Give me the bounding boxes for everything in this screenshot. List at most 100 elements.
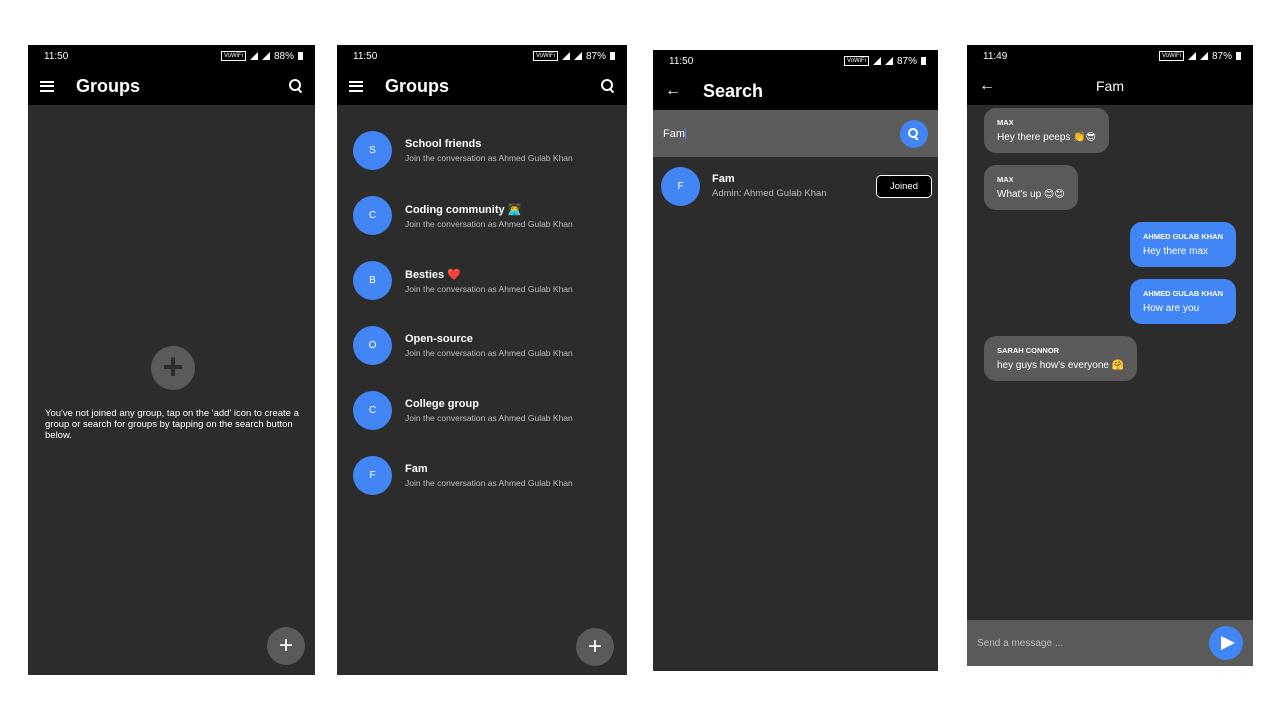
- send-button[interactable]: [1209, 626, 1243, 660]
- group-name: Coding community 👨‍💻: [405, 203, 522, 216]
- status-time: 11:50: [353, 50, 378, 62]
- battery-icon: [610, 52, 615, 60]
- message-input[interactable]: Send a message ...: [977, 638, 1209, 649]
- group-admin: Admin: Ahmed Gulab Khan: [712, 188, 827, 199]
- signal-icon: [249, 52, 258, 60]
- status-icons: VoWiFi 87%: [1158, 50, 1241, 62]
- groups-empty-screen: 11:50 VoWiFi 88% Groups + You've not joi…: [28, 45, 315, 675]
- back-arrow-icon[interactable]: ←: [665, 83, 681, 99]
- vowifi-label: VoWiFi: [1158, 51, 1184, 61]
- signal-icon: [884, 57, 893, 65]
- group-item[interactable]: S School friends Join the conversation a…: [337, 118, 627, 183]
- message-sender: SARAH CONNOR: [997, 346, 1060, 355]
- group-avatar: S: [353, 131, 392, 170]
- joined-button[interactable]: Joined: [876, 174, 932, 198]
- vowifi-label: VoWiFi: [220, 51, 246, 61]
- status-icons: VoWiFi 87%: [532, 50, 615, 62]
- group-avatar: C: [353, 196, 392, 235]
- groups-list-screen: 11:50 VoWiFi 87% Groups S School friends…: [337, 45, 627, 675]
- search-bar: Fam: [653, 110, 938, 157]
- message-bubble: SARAH CONNOR hey guys how's everyone 🤗: [984, 336, 1138, 381]
- message-text: hey guys how's everyone 🤗: [997, 360, 1125, 371]
- add-group-icon[interactable]: +: [151, 346, 195, 390]
- group-subtitle: Join the conversation as Ahmed Gulab Kha…: [405, 283, 573, 294]
- back-arrow-icon[interactable]: ←: [979, 78, 995, 94]
- search-input[interactable]: Fam: [663, 128, 900, 140]
- message-sender: AHMED GULAB KHAN: [1143, 232, 1223, 241]
- message-text: How are you: [1143, 303, 1200, 314]
- app-bar: ← Search: [653, 72, 938, 110]
- chat-title: Fam: [1096, 78, 1124, 94]
- message-text: Hey there max: [1143, 246, 1209, 257]
- app-bar: Groups: [28, 67, 315, 105]
- message-text: Hey there peeps 👏😎: [997, 132, 1097, 143]
- menu-icon[interactable]: [40, 80, 54, 92]
- group-item[interactable]: O Open-source Join the conversation as A…: [337, 313, 627, 378]
- group-name: School friends: [405, 138, 482, 150]
- message-sender: MAX: [997, 118, 1014, 127]
- search-button[interactable]: [900, 119, 928, 148]
- status-bar: 11:50 VoWiFi 87%: [337, 45, 627, 67]
- status-bar: 11:50 VoWiFi 87%: [653, 50, 938, 72]
- message-bubble: MAX What's up 😊😊: [984, 165, 1078, 210]
- status-bar: 11:49 VoWiFi 87%: [967, 45, 1253, 67]
- battery-percent: 87%: [1211, 50, 1232, 62]
- group-item[interactable]: C College group Join the conversation as…: [337, 378, 627, 443]
- search-result-item[interactable]: F Fam Admin: Ahmed Gulab Khan Joined: [653, 166, 938, 206]
- signal-icon: [261, 52, 270, 60]
- battery-percent: 87%: [896, 55, 917, 67]
- signal-icon: [561, 52, 570, 60]
- battery-percent: 87%: [585, 50, 606, 62]
- vowifi-label: VoWiFi: [843, 56, 869, 66]
- search-icon[interactable]: [601, 79, 615, 93]
- message-bubble: AHMED GULAB KHAN Hey there max: [1130, 222, 1236, 267]
- battery-icon: [1236, 52, 1241, 60]
- message-sender: MAX: [997, 175, 1014, 184]
- status-bar: 11:50 VoWiFi 88%: [28, 45, 315, 67]
- chat-screen: 11:49 VoWiFi 87% ← Fam MAX Hey there pee…: [967, 45, 1253, 666]
- add-group-button[interactable]: +: [576, 628, 614, 666]
- status-time: 11:50: [669, 55, 694, 67]
- group-name: Besties ❤️: [405, 268, 461, 281]
- signal-icon: [872, 57, 881, 65]
- group-name: Fam: [405, 463, 428, 475]
- status-time: 11:49: [983, 50, 1008, 62]
- group-name: Open-source: [405, 333, 473, 345]
- group-name: College group: [405, 398, 479, 410]
- app-bar: ← Fam: [967, 67, 1253, 105]
- group-avatar: F: [353, 456, 392, 495]
- group-item[interactable]: F Fam Join the conversation as Ahmed Gul…: [337, 443, 627, 508]
- group-subtitle: Join the conversation as Ahmed Gulab Kha…: [405, 413, 573, 423]
- status-icons: VoWiFi 88%: [220, 51, 303, 62]
- group-item[interactable]: B Besties ❤️ Join the conversation as Ah…: [337, 248, 627, 313]
- page-title: Groups: [76, 75, 141, 96]
- group-avatar: O: [353, 326, 392, 365]
- message-sender: AHMED GULAB KHAN: [1143, 289, 1223, 298]
- menu-icon[interactable]: [349, 80, 363, 92]
- battery-icon: [298, 52, 303, 60]
- app-bar: Groups: [337, 67, 627, 105]
- empty-state-message: You've not joined any group, tap on the …: [45, 408, 299, 441]
- page-title: Search: [703, 80, 764, 101]
- add-group-button[interactable]: +: [267, 627, 305, 665]
- group-list: S School friends Join the conversation a…: [337, 117, 627, 508]
- group-subtitle: Join the conversation as Ahmed Gulab Kha…: [405, 478, 573, 488]
- group-avatar: F: [661, 166, 700, 206]
- page-title: Groups: [385, 75, 450, 96]
- message-bubble: MAX Hey there peeps 👏😎: [984, 108, 1110, 153]
- group-avatar: B: [353, 261, 392, 300]
- vowifi-label: VoWiFi: [532, 51, 558, 61]
- group-subtitle: Join the conversation as Ahmed Gulab Kha…: [405, 218, 573, 229]
- search-icon: [908, 127, 920, 140]
- signal-icon: [1199, 52, 1208, 60]
- group-item[interactable]: C Coding community 👨‍💻 Join the conversa…: [337, 183, 627, 248]
- search-screen: 11:50 VoWiFi 87% ← Search Fam F Fam Admi…: [653, 50, 938, 671]
- search-icon[interactable]: [289, 79, 303, 93]
- message-bubble: AHMED GULAB KHAN How are you: [1130, 279, 1236, 324]
- message-text: What's up 😊😊: [997, 189, 1065, 200]
- signal-icon: [573, 52, 582, 60]
- group-name: Fam: [712, 173, 735, 185]
- group-avatar: C: [353, 391, 392, 430]
- message-composer: Send a message ...: [967, 620, 1253, 666]
- signal-icon: [1187, 52, 1196, 60]
